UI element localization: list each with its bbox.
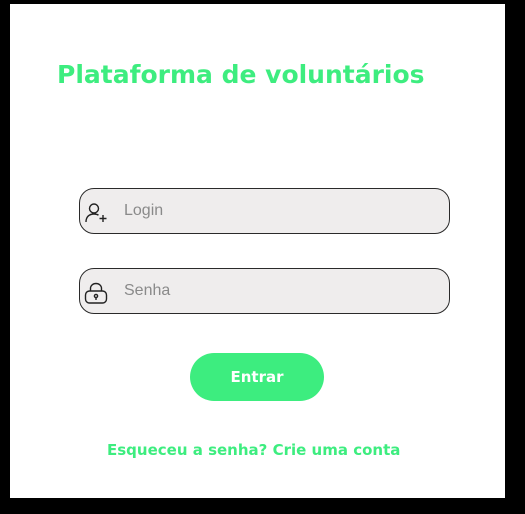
user-add-icon [85,203,107,223]
forgot-password-link[interactable]: Esqueceu a senha? [107,441,267,459]
lock-icon [84,282,108,304]
create-account-link[interactable]: Crie uma conta [273,441,401,459]
page-title: Plataforma de voluntários [57,60,425,89]
login-card: Plataforma de voluntários Entrar Esquece… [10,4,505,498]
login-field[interactable] [79,188,450,234]
login-input[interactable] [124,189,434,233]
password-input[interactable] [124,269,434,313]
password-field[interactable] [79,268,450,314]
account-links: Esqueceu a senha? Crie uma conta [107,441,400,459]
login-button[interactable]: Entrar [190,353,324,401]
